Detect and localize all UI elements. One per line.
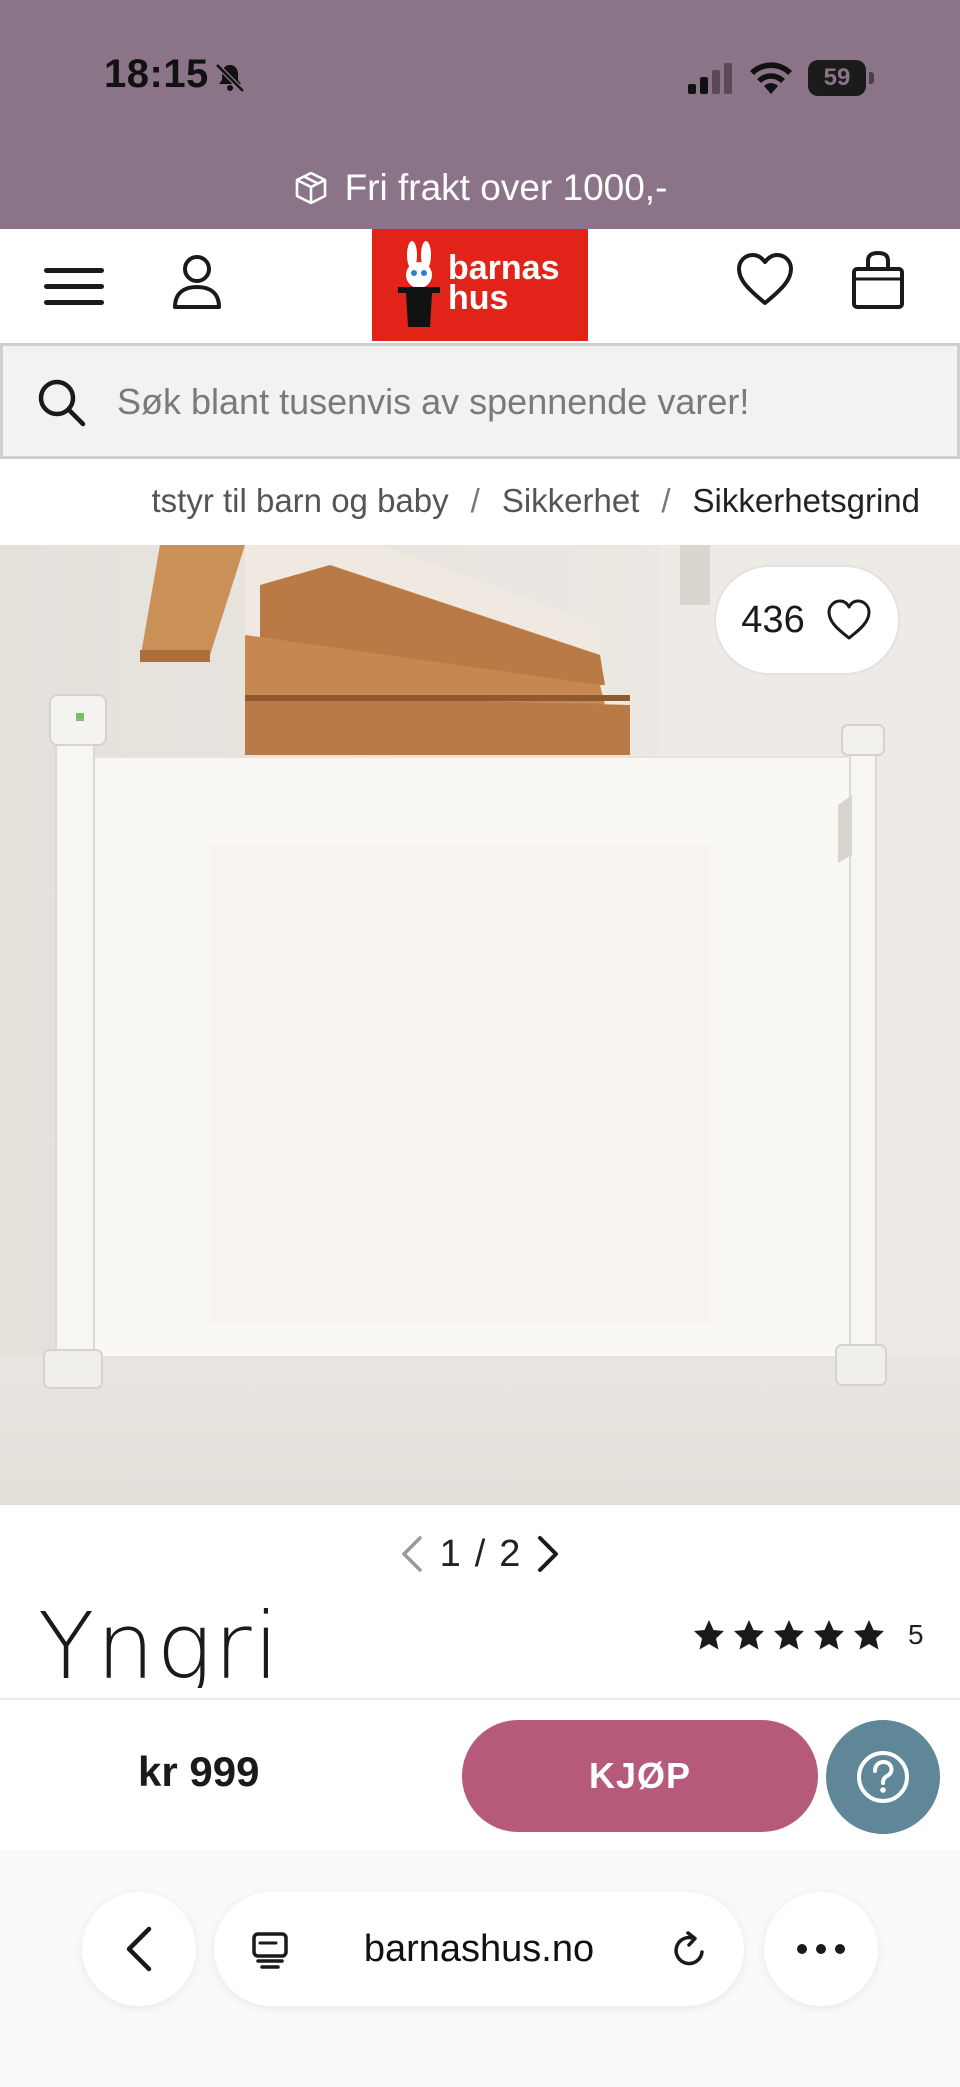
cellular-signal-icon — [688, 63, 732, 94]
divider — [0, 1698, 960, 1700]
barnashus-logo[interactable]: barnas hus — [372, 229, 588, 341]
user-icon[interactable] — [170, 253, 224, 311]
breadcrumb: tstyr til barn og baby / Sikkerhet / Sik… — [0, 459, 960, 543]
question-mark-icon — [857, 1751, 909, 1803]
brand-name: Yngri — [38, 1598, 281, 1688]
more-icon — [797, 1944, 845, 1954]
free-shipping-banner: Fri frakt over 1000,- — [0, 160, 960, 216]
site-header: barnas hus — [0, 229, 960, 343]
star-icon — [854, 1620, 884, 1650]
logo-text: barnas hus — [448, 251, 560, 317]
back-chevron-icon — [126, 1926, 152, 1972]
star-icon — [774, 1620, 804, 1650]
star-icon — [694, 1620, 724, 1650]
breadcrumb-separator: / — [661, 482, 671, 519]
product-photo-safety-gate — [0, 545, 960, 1505]
menu-icon[interactable] — [40, 261, 108, 311]
breadcrumb-item-sikkerhet[interactable]: Sikkerhet — [502, 482, 640, 520]
breadcrumb-item-current: Sikkerhetsgrind — [692, 482, 920, 519]
rating-count: 5 — [908, 1619, 924, 1650]
brand-logo-yngri[interactable]: Yngri — [38, 1598, 298, 1688]
more-button[interactable] — [764, 1892, 878, 2006]
status-time: 18:15 — [104, 52, 209, 96]
product-image[interactable]: 436 — [0, 545, 960, 1505]
pager-total: 2 — [499, 1532, 521, 1575]
status-and-promo-band: 18:15 59 Fri frakt over 1000,- — [0, 0, 960, 229]
shopping-bag-icon[interactable] — [848, 249, 908, 311]
breadcrumb-item-parent[interactable]: tstyr til barn og baby — [151, 482, 448, 520]
pager-separator: / — [474, 1532, 486, 1575]
like-counter-button[interactable]: 436 — [714, 565, 900, 675]
chevron-left-icon[interactable] — [398, 1534, 426, 1574]
search-bar — [0, 343, 960, 459]
image-pager: 1 / 2 — [0, 1510, 960, 1598]
browser-back-button[interactable] — [82, 1892, 196, 2006]
heart-icon[interactable] — [734, 249, 796, 311]
reload-icon[interactable] — [670, 1930, 710, 1970]
url-text: barnashus.no — [363, 1928, 595, 1970]
product-rating[interactable]: 5 — [692, 1614, 924, 1656]
product-price: kr 999 — [138, 1748, 260, 1795]
logo-text-line2: hus — [448, 279, 509, 317]
package-icon — [295, 171, 326, 205]
help-button[interactable] — [826, 1720, 940, 1834]
search-input[interactable] — [117, 372, 937, 432]
star-icon — [734, 1620, 764, 1650]
heart-outline-icon — [827, 599, 871, 640]
promo-text: Fri frakt over 1000,- — [344, 167, 668, 208]
breadcrumb-separator: / — [470, 482, 480, 519]
rabbit-hat-logo-icon — [398, 241, 440, 327]
buy-button[interactable]: KJØP — [462, 1720, 818, 1832]
star-icon — [814, 1620, 844, 1650]
search-icon[interactable] — [35, 376, 87, 428]
pager-current: 1 — [439, 1532, 461, 1575]
bell-muted-icon — [215, 63, 245, 93]
battery-icon: 59 — [808, 60, 874, 96]
battery-level: 59 — [823, 64, 851, 91]
wifi-icon — [750, 62, 792, 94]
address-bar[interactable]: barnashus.no — [214, 1892, 744, 2006]
chevron-right-icon[interactable] — [534, 1534, 562, 1574]
browser-toolbar: barnashus.no — [0, 1850, 960, 2087]
likes-count: 436 — [741, 598, 805, 641]
